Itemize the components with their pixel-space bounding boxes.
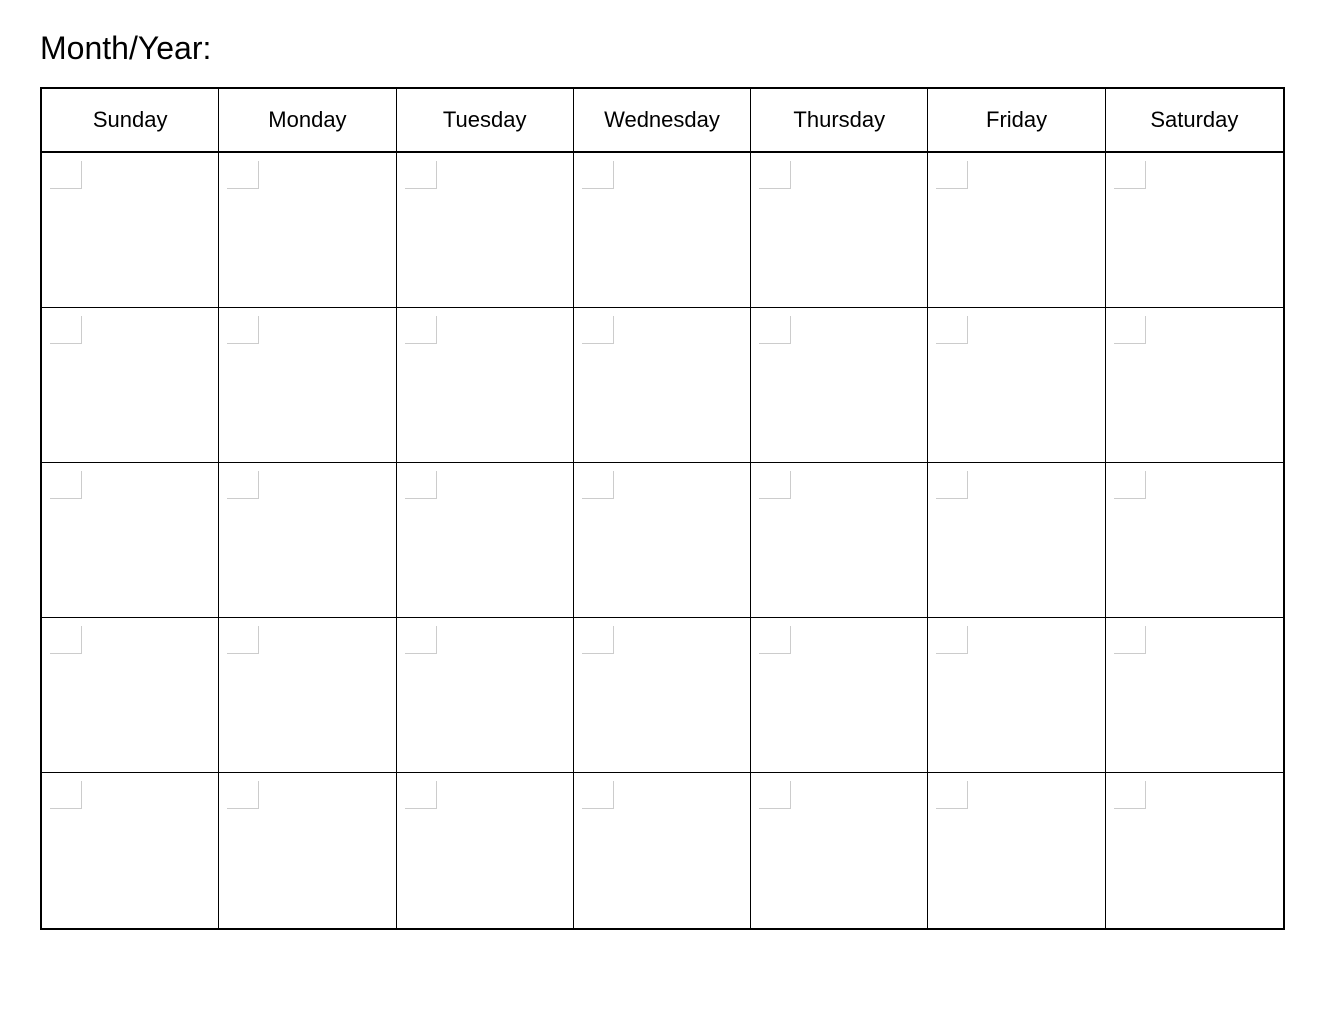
date-box [759,161,791,189]
header-wednesday: Wednesday [574,89,751,151]
date-box [759,626,791,654]
page-title: Month/Year: [40,30,1285,67]
calendar-cell[interactable] [397,463,574,617]
date-box [759,781,791,809]
calendar-week [42,463,1283,618]
calendar-cell[interactable] [1106,773,1283,928]
date-box [50,781,82,809]
calendar-cell[interactable] [751,618,928,772]
calendar-container: Sunday Monday Tuesday Wednesday Thursday… [40,87,1285,930]
date-box [227,316,259,344]
date-box [1114,781,1146,809]
header-tuesday: Tuesday [397,89,574,151]
date-box [405,316,437,344]
calendar-cell[interactable] [928,773,1105,928]
date-box [759,316,791,344]
date-box [1114,316,1146,344]
date-box [936,471,968,499]
date-box [936,626,968,654]
calendar-cell[interactable] [219,308,396,462]
calendar-cell[interactable] [1106,308,1283,462]
calendar-cell[interactable] [397,618,574,772]
date-box [227,471,259,499]
date-box [227,626,259,654]
calendar-cell[interactable] [1106,153,1283,307]
calendar-week [42,618,1283,773]
calendar-cell[interactable] [397,308,574,462]
calendar-cell[interactable] [397,773,574,928]
calendar-cell[interactable] [219,773,396,928]
calendar-cell[interactable] [751,773,928,928]
date-box [50,316,82,344]
calendar-header: Sunday Monday Tuesday Wednesday Thursday… [42,89,1283,153]
calendar-cell[interactable] [397,153,574,307]
calendar-body [42,153,1283,928]
date-box [582,161,614,189]
date-box [1114,471,1146,499]
calendar-cell[interactable] [574,618,751,772]
calendar-cell[interactable] [42,308,219,462]
calendar-cell[interactable] [42,463,219,617]
header-friday: Friday [928,89,1105,151]
calendar-week [42,308,1283,463]
date-box [936,781,968,809]
date-box [759,471,791,499]
header-thursday: Thursday [751,89,928,151]
date-box [405,626,437,654]
calendar-week [42,153,1283,308]
date-box [936,316,968,344]
calendar-cell[interactable] [42,773,219,928]
date-box [50,161,82,189]
calendar-cell[interactable] [751,308,928,462]
date-box [405,161,437,189]
calendar-cell[interactable] [1106,618,1283,772]
date-box [405,781,437,809]
date-box [405,471,437,499]
date-box [50,471,82,499]
calendar-cell[interactable] [928,618,1105,772]
calendar-cell[interactable] [574,308,751,462]
calendar-cell[interactable] [751,463,928,617]
header-sunday: Sunday [42,89,219,151]
calendar-cell[interactable] [42,618,219,772]
calendar-cell[interactable] [219,463,396,617]
calendar-cell[interactable] [219,618,396,772]
date-box [582,781,614,809]
date-box [50,626,82,654]
date-box [582,471,614,499]
calendar-cell[interactable] [1106,463,1283,617]
calendar-cell[interactable] [574,463,751,617]
calendar-cell[interactable] [574,773,751,928]
date-box [582,626,614,654]
calendar-cell[interactable] [928,308,1105,462]
calendar-week [42,773,1283,928]
calendar-cell[interactable] [751,153,928,307]
date-box [1114,626,1146,654]
header-monday: Monday [219,89,396,151]
date-box [936,161,968,189]
date-box [227,161,259,189]
calendar-cell[interactable] [219,153,396,307]
calendar-cell[interactable] [574,153,751,307]
date-box [1114,161,1146,189]
calendar-cell[interactable] [42,153,219,307]
date-box [227,781,259,809]
calendar-cell[interactable] [928,153,1105,307]
date-box [582,316,614,344]
header-saturday: Saturday [1106,89,1283,151]
calendar-cell[interactable] [928,463,1105,617]
